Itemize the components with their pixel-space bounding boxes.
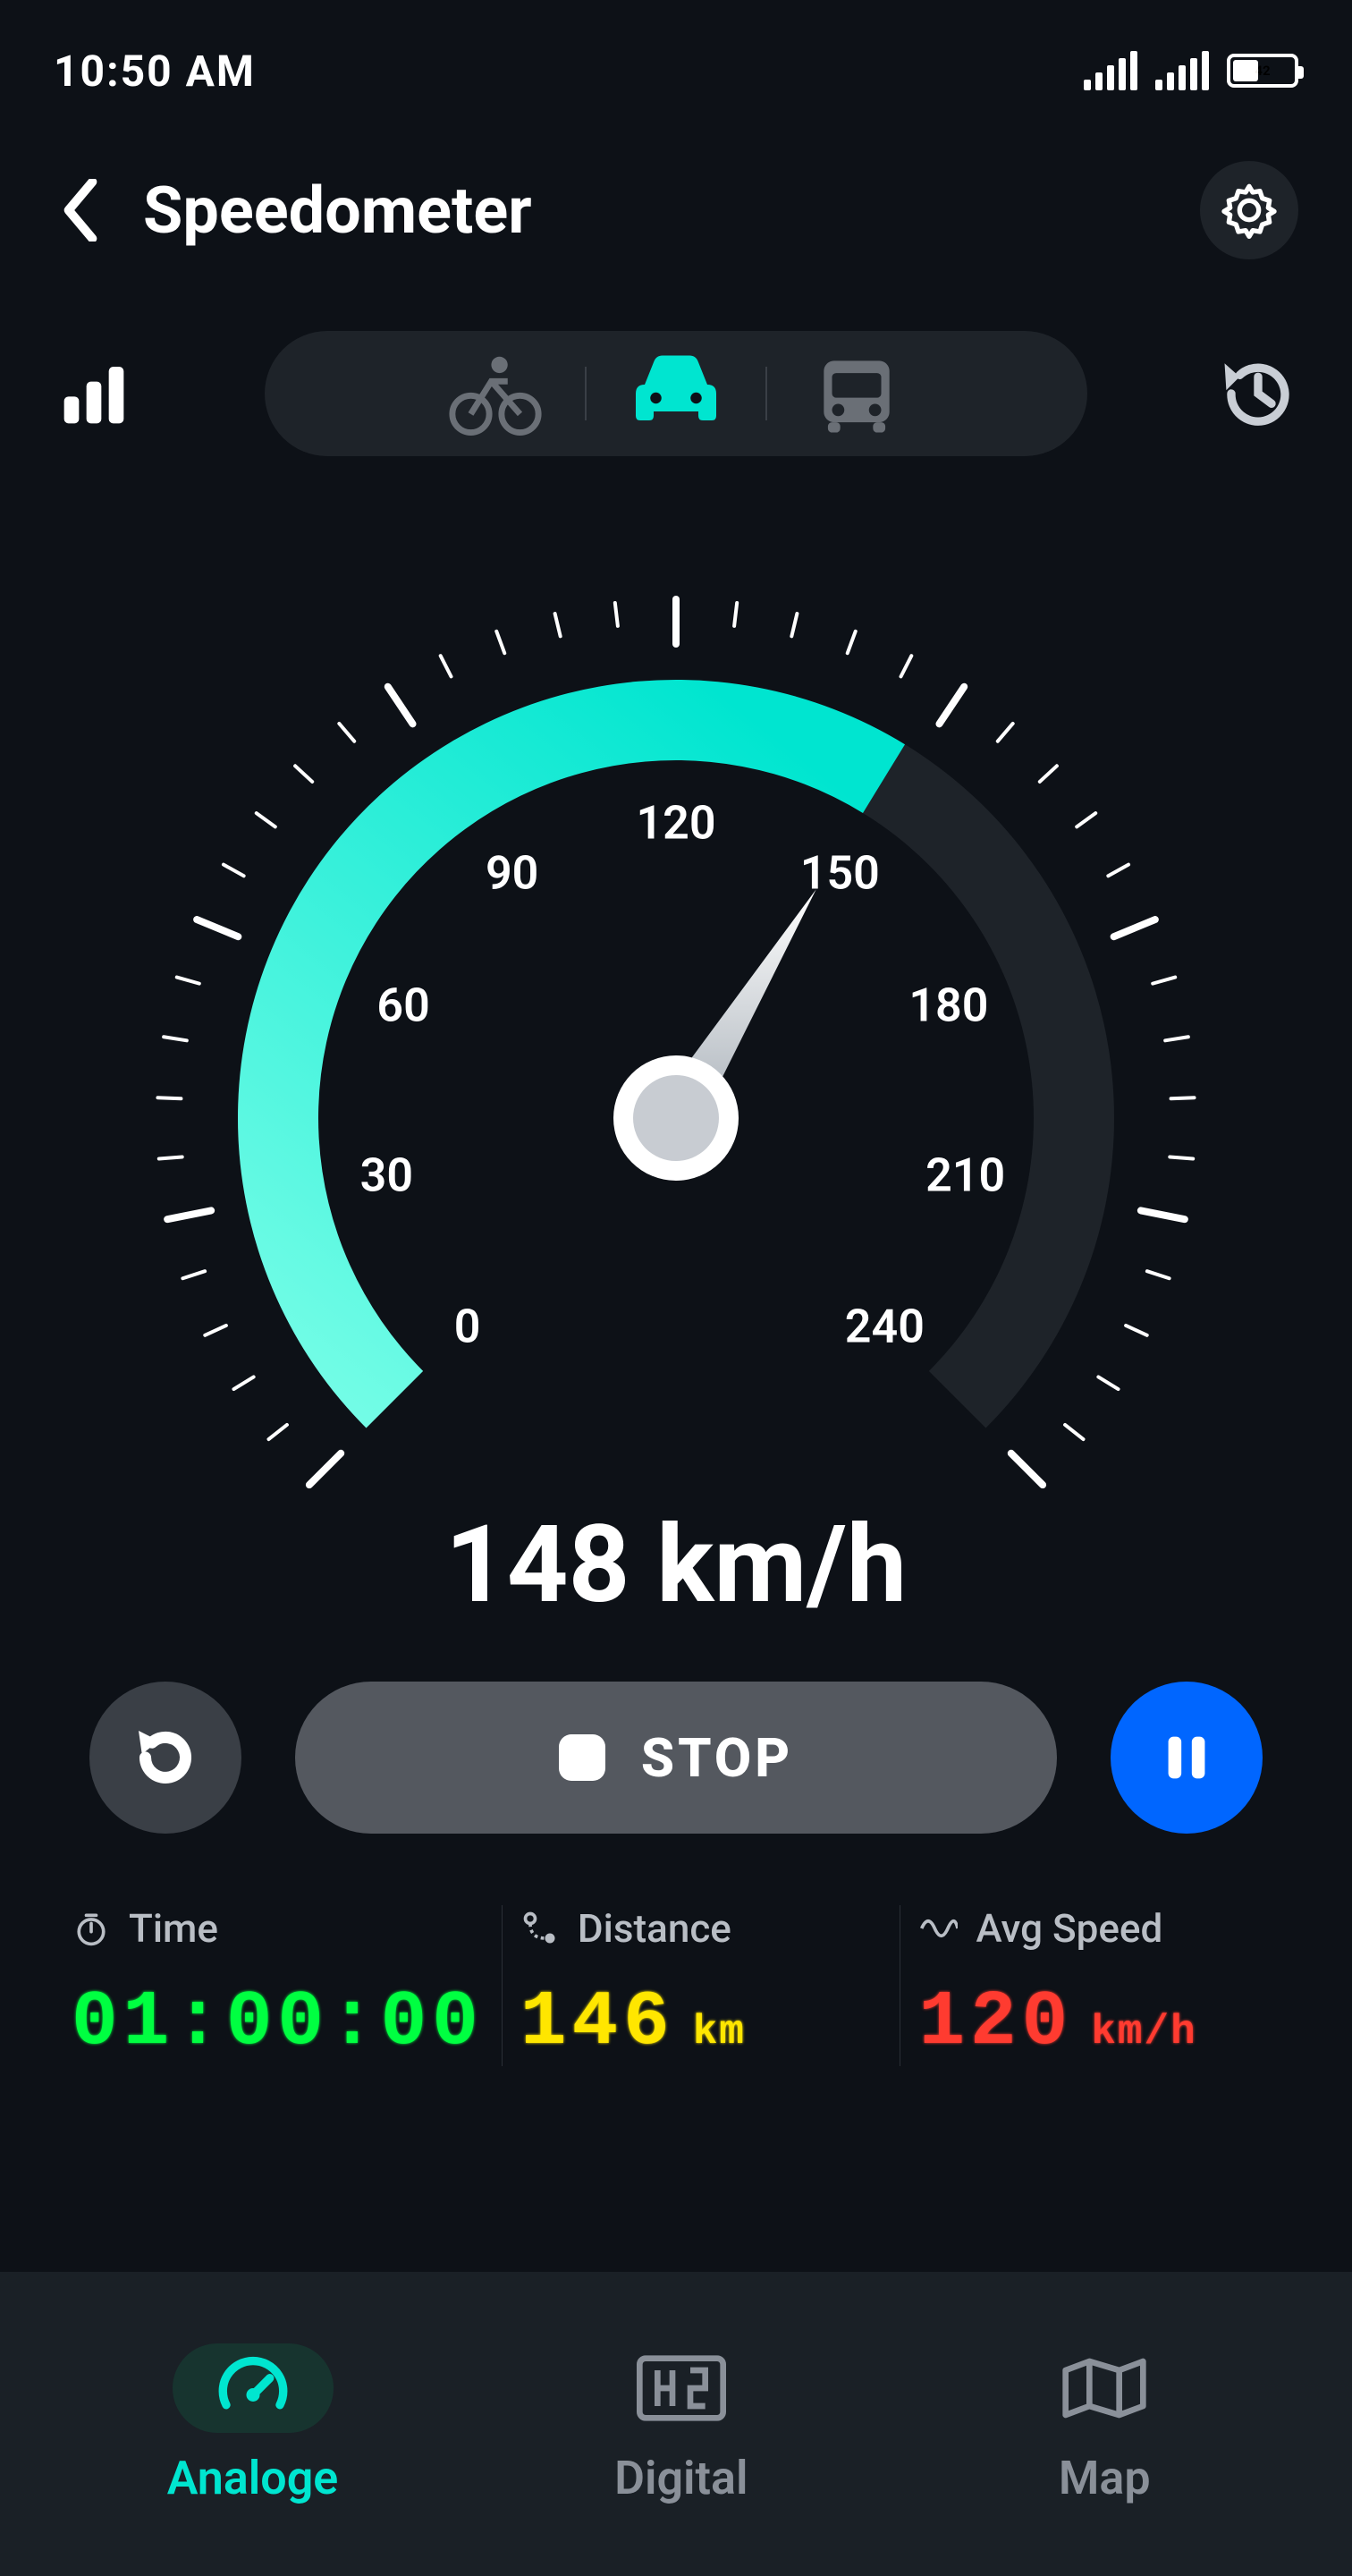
gauge-tick-label: 210 xyxy=(925,1148,1005,1203)
gauge-icon xyxy=(213,2348,293,2428)
gauge-tick-label: 30 xyxy=(360,1148,413,1203)
stats-row: Time 01:00:00 Distance 146 km Avg Speed xyxy=(0,1834,1352,2066)
stat-time: Time 01:00:00 xyxy=(54,1905,502,2066)
pause-button[interactable] xyxy=(1111,1682,1263,1834)
battery-icon: 42 xyxy=(1227,54,1298,88)
stat-distance-label: Distance xyxy=(578,1905,731,1952)
nav-map-label: Map xyxy=(1059,2451,1151,2505)
gauge-tick-label: 240 xyxy=(845,1300,925,1354)
stat-avg-unit: km/h xyxy=(1091,2009,1196,2055)
gauge-tick-label: 90 xyxy=(486,845,538,900)
page-title: Speedometer xyxy=(143,173,1164,249)
nav-map[interactable]: Map xyxy=(1024,2343,1185,2505)
settings-button[interactable] xyxy=(1200,161,1298,259)
pause-icon xyxy=(1155,1726,1218,1789)
toolbar xyxy=(0,277,1352,474)
gauge-tick-label: 0 xyxy=(454,1300,481,1354)
gauge-tick-label: 180 xyxy=(908,978,988,1032)
signal-icon xyxy=(1084,51,1137,90)
nav-analoge[interactable]: Analoge xyxy=(167,2343,339,2505)
stats-button[interactable] xyxy=(54,353,134,434)
header: Speedometer xyxy=(0,125,1352,277)
stopwatch-icon xyxy=(72,1909,111,1948)
nav-digital-label: Digital xyxy=(614,2451,748,2505)
back-button[interactable] xyxy=(54,174,107,246)
chevron-left-icon xyxy=(63,179,98,242)
stat-distance: Distance 146 km xyxy=(502,1905,900,2066)
stat-avg-label: Avg Speed xyxy=(976,1905,1162,1952)
bus-icon xyxy=(807,344,906,443)
stat-time-value: 01:00:00 xyxy=(72,1979,484,2066)
stop-icon xyxy=(559,1734,605,1781)
nav-digital[interactable]: Digital xyxy=(601,2343,762,2505)
nav-analoge-label: Analoge xyxy=(167,2451,339,2505)
stat-avg-value: 120 xyxy=(918,1979,1073,2066)
speed-value: 148 xyxy=(445,1503,630,1628)
car-icon xyxy=(622,340,730,447)
refresh-icon xyxy=(125,1717,206,1798)
map-icon xyxy=(1060,2352,1149,2424)
gauge-tick-label: 120 xyxy=(636,796,715,851)
stat-distance-unit: km xyxy=(693,2009,746,2055)
signal-icon xyxy=(1155,51,1209,90)
route-icon xyxy=(520,1909,560,1948)
mode-bike-button[interactable] xyxy=(406,331,585,456)
wave-icon xyxy=(918,1909,958,1948)
digital-display-icon xyxy=(637,2352,726,2424)
stat-avg-speed: Avg Speed 120 km/h xyxy=(900,1905,1298,2066)
stop-button[interactable]: STOP xyxy=(295,1682,1057,1834)
bike-icon xyxy=(446,344,545,443)
reset-button[interactable] xyxy=(89,1682,241,1834)
gauge-tick-label: 150 xyxy=(800,845,880,900)
status-time: 10:50 AM xyxy=(54,46,256,97)
bottom-nav: Analoge Digital Map xyxy=(0,2272,1352,2576)
controls-row: STOP xyxy=(0,1628,1352,1834)
stat-distance-value: 146 xyxy=(520,1979,675,2066)
status-bar: 10:50 AM 42 xyxy=(0,0,1352,125)
gear-icon xyxy=(1221,182,1278,239)
stop-label: STOP xyxy=(641,1726,793,1790)
vehicle-mode-selector xyxy=(265,331,1087,456)
stat-time-label: Time xyxy=(129,1905,218,1952)
history-icon xyxy=(1218,353,1298,434)
speed-unit: km/h xyxy=(656,1503,907,1628)
battery-percent: 42 xyxy=(1230,63,1295,79)
speed-readout: 148 km/h xyxy=(0,1503,1352,1628)
status-right: 42 xyxy=(1084,51,1298,90)
bar-chart-icon xyxy=(58,358,130,429)
mode-bus-button[interactable] xyxy=(767,331,946,456)
mode-car-button[interactable] xyxy=(587,331,765,456)
speedometer-gauge: 0 30 60 90 120 150 180 210 240 xyxy=(86,546,1266,1494)
gauge-tick-label: 60 xyxy=(376,978,429,1032)
history-button[interactable] xyxy=(1218,353,1298,434)
